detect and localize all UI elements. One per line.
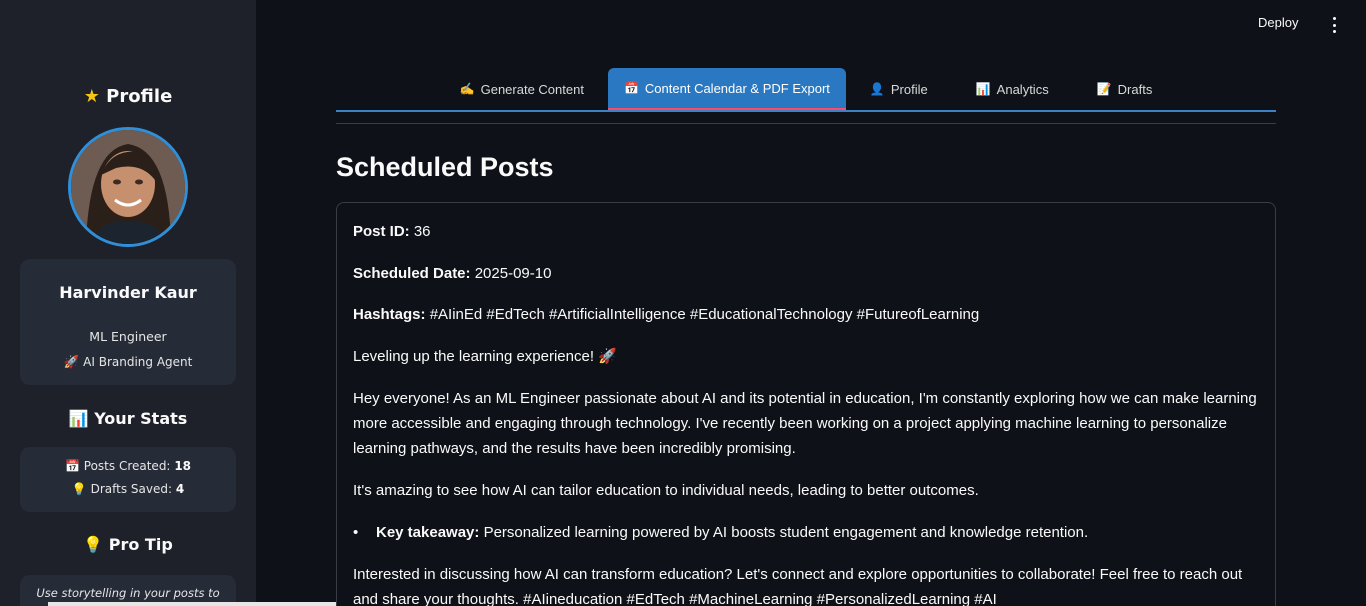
deploy-button[interactable]: Deploy bbox=[1258, 15, 1298, 35]
drafts-saved-line: 💡 Drafts Saved: 4 bbox=[20, 482, 236, 496]
tab-generate-content[interactable]: ✍ Generate Content bbox=[436, 68, 608, 110]
tab-content-calendar[interactable]: 📅 Content Calendar & PDF Export bbox=[607, 68, 846, 110]
post-paragraph-1-line: Hey everyone! As an ML Engineer passiona… bbox=[353, 390, 1257, 407]
hashtags-label: Hashtags: bbox=[353, 306, 426, 323]
page-title: Scheduled Posts bbox=[336, 152, 554, 182]
profile-heading: ★ Profile bbox=[0, 86, 256, 107]
agent-line: 🚀 AI Branding Agent bbox=[20, 354, 236, 370]
post-paragraph-3-line: and share your thoughts. #AIineducation … bbox=[353, 591, 997, 606]
posts-created-line: 📅 Posts Created: 18 bbox=[20, 459, 236, 473]
scheduled-date-line: Scheduled Date: 2025-09-10 bbox=[353, 261, 1258, 286]
calendar-icon: 📅 bbox=[64, 459, 80, 473]
post-id-line: Post ID: 36 bbox=[353, 219, 1258, 244]
lightbulb-icon: 💡 bbox=[71, 482, 87, 496]
tab-label: Drafts bbox=[1117, 81, 1153, 97]
memo-icon: 📝 bbox=[1096, 82, 1112, 96]
sidebar: ★ Profile Harvinder Kaur ML Engineer 🚀 A… bbox=[0, 0, 256, 606]
user-name: Harvinder Kaur bbox=[59, 283, 197, 302]
posts-created-value: 18 bbox=[174, 459, 192, 473]
scheduled-date-label: Scheduled Date: bbox=[353, 265, 471, 282]
horizontal-scrollbar[interactable] bbox=[48, 602, 336, 606]
stats-heading: 📊 Your Stats bbox=[0, 409, 256, 428]
menu-dot bbox=[1332, 23, 1336, 27]
app-root: ★ Profile Harvinder Kaur ML Engineer 🚀 A… bbox=[0, 0, 1366, 606]
tab-label: Content Calendar & PDF Export bbox=[644, 80, 830, 96]
menu-dot bbox=[1332, 30, 1336, 33]
stats-card: 📅 Posts Created: 18 💡 Drafts Saved: 4 bbox=[20, 447, 236, 512]
posts-created-label: Posts Created: bbox=[83, 459, 171, 473]
post-id-value: 36 bbox=[413, 223, 431, 240]
post-paragraph-3: Interested in discussing how AI can tran… bbox=[353, 562, 1258, 606]
scheduled-date-value: 2025-09-10 bbox=[474, 265, 552, 282]
tab-label: Generate Content bbox=[480, 81, 584, 97]
section-divider bbox=[336, 123, 1276, 124]
post-paragraph-3-line: Interested in discussing how AI can tran… bbox=[353, 566, 1243, 583]
post-headline: Leveling up the learning experience! 🚀 bbox=[353, 348, 617, 365]
post-paragraph-1-line: more accessible and engaging through tec… bbox=[353, 415, 1227, 432]
lightbulb-icon: 💡 bbox=[83, 535, 104, 554]
bar-chart-icon: 📊 bbox=[68, 409, 89, 428]
hashtags-line: Hashtags: #AIinEd #EdTech #ArtificialInt… bbox=[353, 302, 1258, 327]
avatar bbox=[68, 127, 188, 247]
post-id-label: Post ID: bbox=[353, 223, 410, 240]
tab-label: Profile bbox=[890, 81, 928, 97]
person-icon: 👤 bbox=[869, 82, 885, 96]
calendar-icon: 📅 bbox=[623, 81, 639, 95]
agent-label: AI Branding Agent bbox=[83, 355, 193, 369]
post-paragraph-2: It's amazing to see how AI can tailor ed… bbox=[353, 482, 979, 499]
drafts-saved-label: Drafts Saved: bbox=[90, 482, 173, 496]
scheduled-post-card: Post ID: 36 Scheduled Date: 2025-09-10 H… bbox=[336, 202, 1276, 606]
kebab-menu-icon[interactable] bbox=[1326, 15, 1342, 35]
key-takeaway-text: Key takeaway: Personalized learning powe… bbox=[376, 520, 1256, 545]
key-takeaway-body: Personalized learning powered by AI boos… bbox=[483, 524, 1089, 541]
star-icon: ★ bbox=[83, 86, 100, 107]
tab-label: Analytics bbox=[996, 81, 1049, 97]
key-takeaway-label: Key takeaway: bbox=[376, 524, 480, 541]
profile-heading-label: Profile bbox=[106, 86, 173, 107]
stats-heading-label: Your Stats bbox=[94, 409, 188, 428]
user-card: Harvinder Kaur ML Engineer 🚀 AI Branding… bbox=[20, 259, 236, 385]
tab-profile[interactable]: 👤 Profile bbox=[846, 68, 952, 110]
writing-hand-icon: ✍ bbox=[459, 82, 475, 96]
pro-tip-text: Use storytelling in your posts to bbox=[36, 586, 220, 600]
hashtags-value: #AIinEd #EdTech #ArtificialIntelligence … bbox=[429, 306, 980, 323]
drafts-saved-value: 4 bbox=[175, 482, 185, 496]
pro-tip-heading-label: Pro Tip bbox=[108, 535, 173, 554]
user-role: ML Engineer bbox=[89, 329, 167, 344]
rocket-icon: 🚀 bbox=[63, 354, 80, 369]
tab-drafts[interactable]: 📝 Drafts bbox=[1073, 68, 1177, 110]
menu-dot bbox=[1332, 17, 1336, 20]
bullet-dot: • bbox=[353, 524, 359, 541]
post-paragraph-1: Hey everyone! As an ML Engineer passiona… bbox=[353, 386, 1258, 461]
tab-analytics[interactable]: 📊 Analytics bbox=[952, 68, 1073, 110]
avatar-photo bbox=[71, 130, 185, 244]
bar-chart-icon: 📊 bbox=[975, 82, 991, 96]
post-paragraph-1-line: learning pathways, and the results have … bbox=[353, 440, 796, 457]
pro-tip-heading: 💡 Pro Tip bbox=[0, 535, 256, 554]
tab-bar: ✍ Generate Content 📅 Content Calendar & … bbox=[336, 68, 1276, 112]
